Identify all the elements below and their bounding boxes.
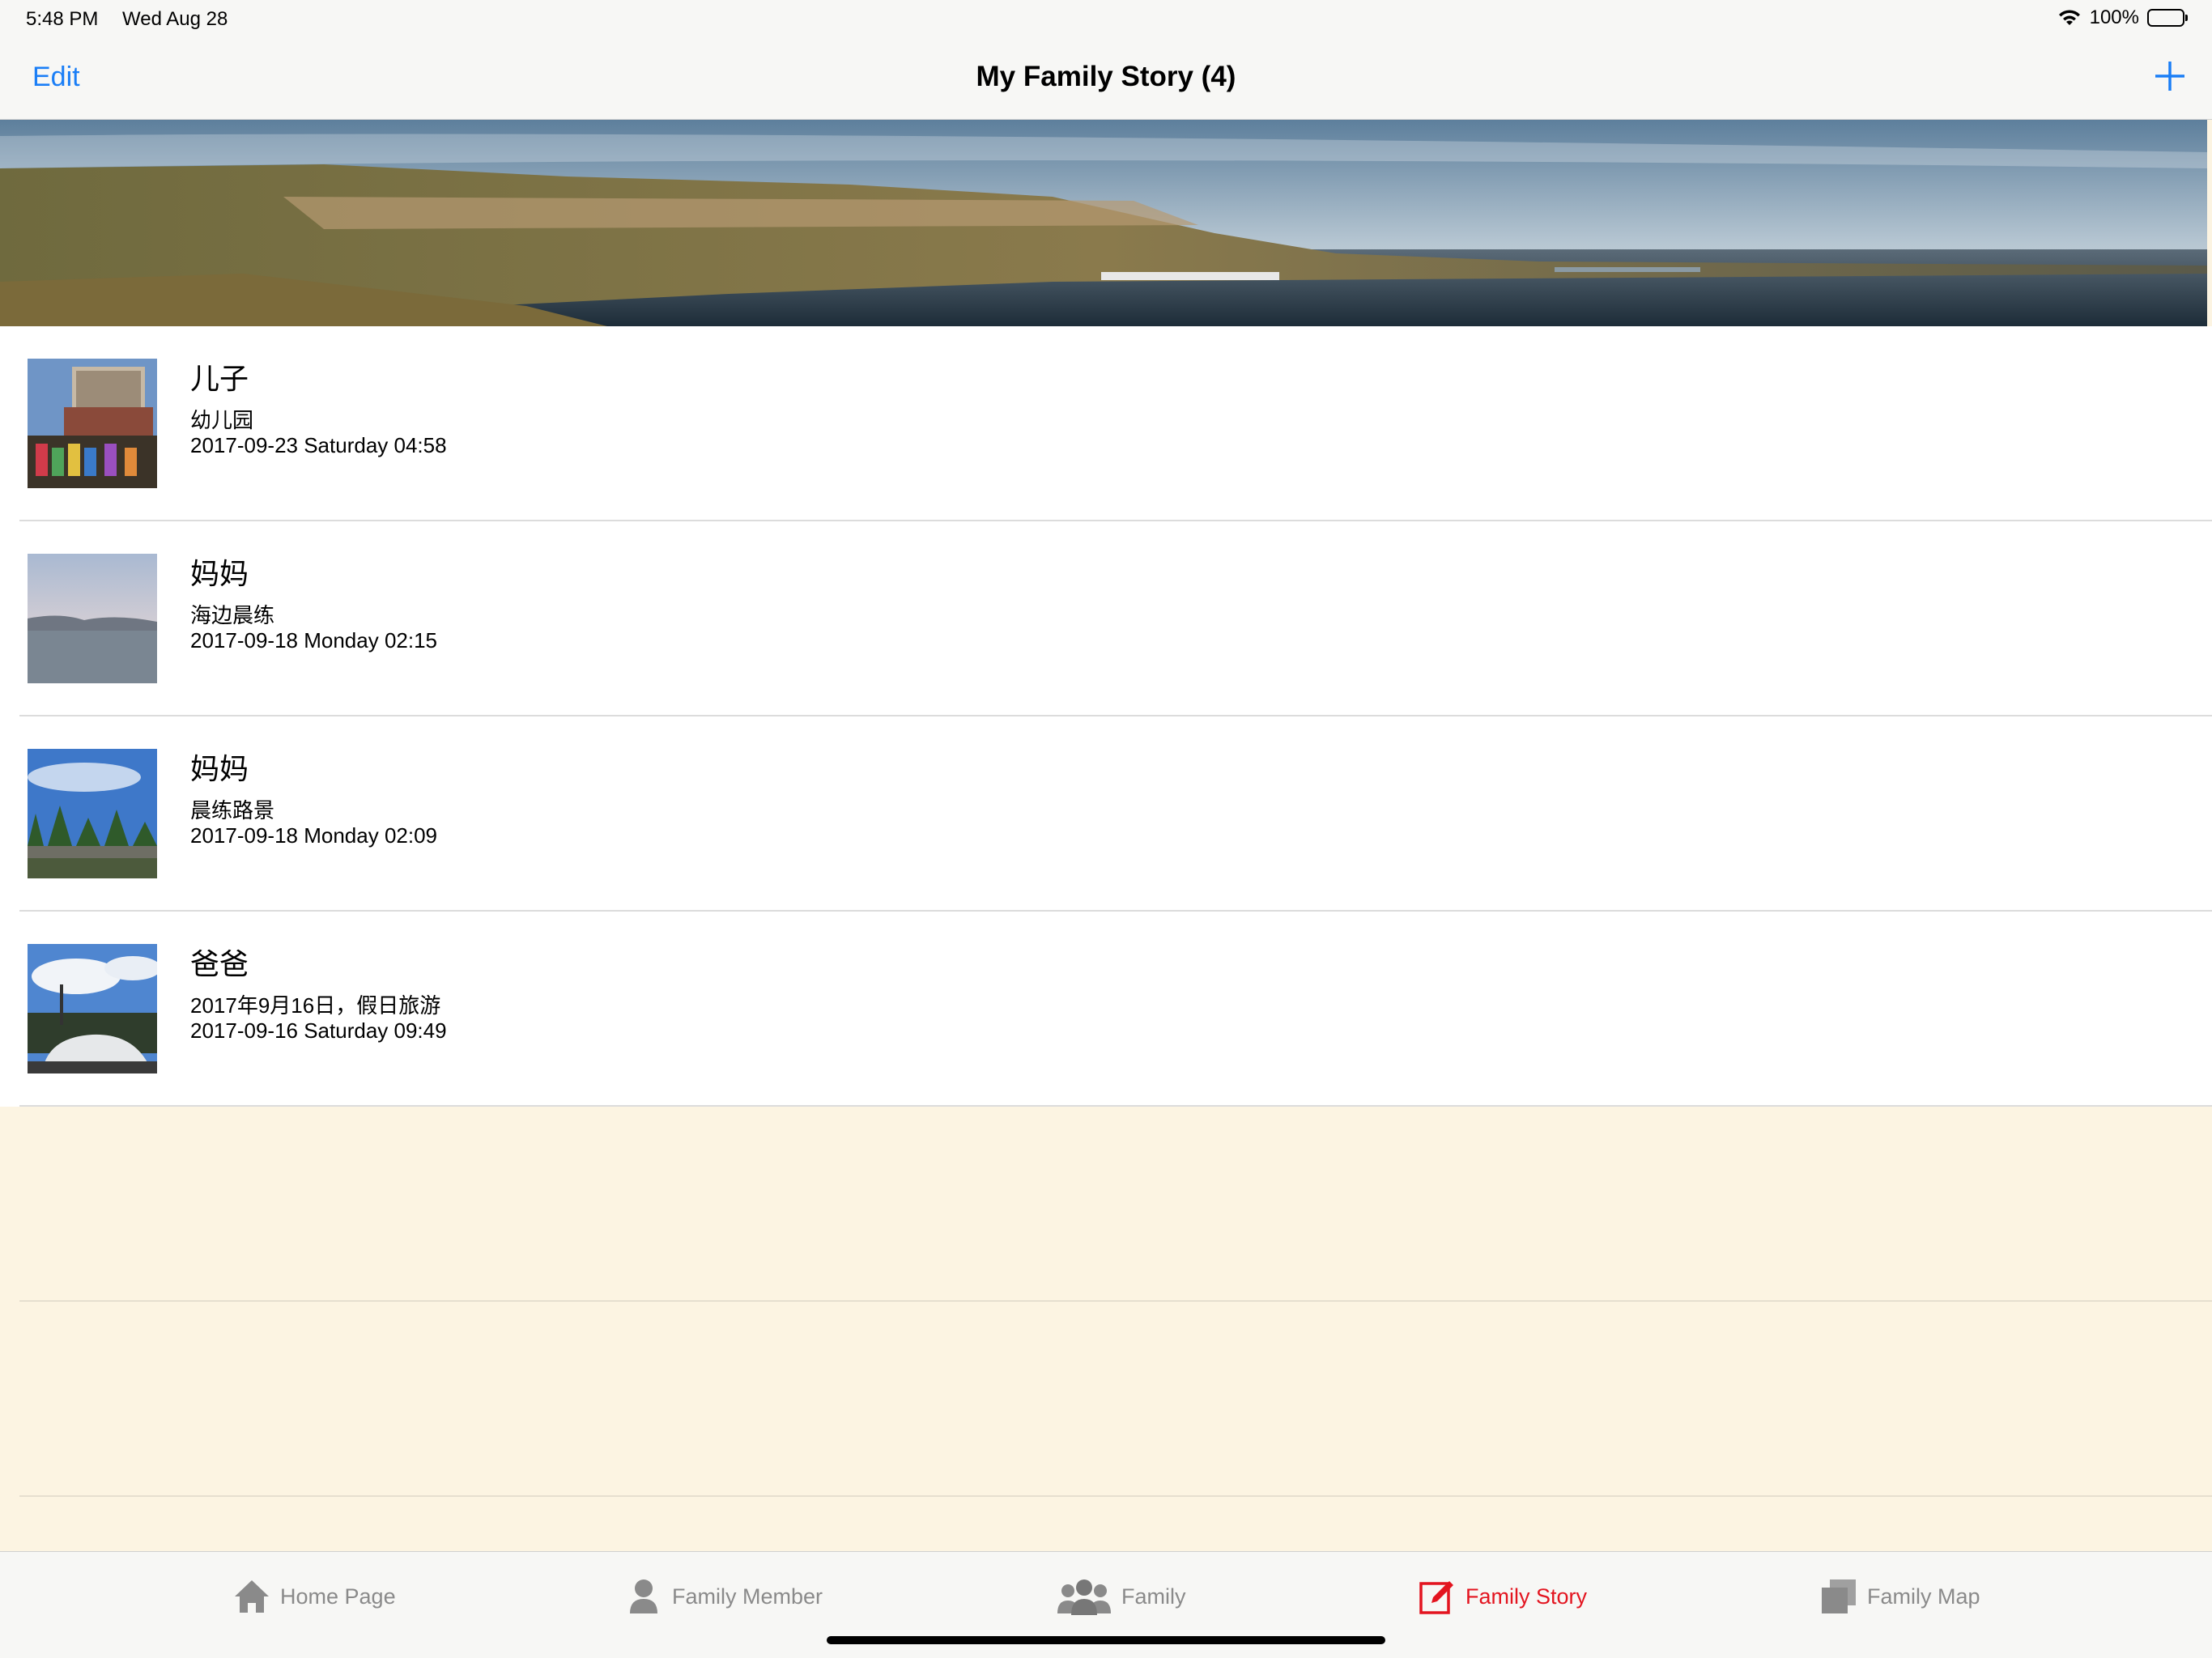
group-icon: [1057, 1579, 1111, 1615]
tab-label: Family Map: [1867, 1584, 1980, 1609]
tab-home-page[interactable]: Home Page: [233, 1576, 396, 1617]
home-indicator: [827, 1636, 1385, 1644]
list-item[interactable]: 妈妈 晨练路景 2017-09-18 Monday 02:09: [0, 716, 2212, 912]
story-list: 儿子 幼儿园 2017-09-23 Saturday 04:58 妈妈 海边晨练: [0, 326, 2212, 1107]
tab-family-member[interactable]: Family Member: [625, 1576, 823, 1617]
story-description: 2017年9月16日，假日旅游: [190, 993, 441, 1018]
page-title: My Family Story (4): [976, 61, 1236, 92]
battery-percentage: 100%: [2089, 6, 2139, 28]
status-bar: 5:48 PM Wed Aug 28 100%: [0, 0, 2212, 39]
list-item[interactable]: 儿子 幼儿园 2017-09-23 Saturday 04:58: [0, 326, 2212, 521]
story-member: 妈妈: [190, 752, 249, 785]
person-icon: [630, 1579, 657, 1613]
story-date: 2017-09-23 Saturday 04:58: [190, 433, 447, 457]
tab-label: Home Page: [280, 1584, 396, 1609]
plus-icon: [2155, 62, 2184, 91]
story-thumbnail: [28, 554, 157, 683]
story-description: 幼儿园: [190, 408, 254, 432]
story-thumbnail: [28, 359, 157, 488]
status-date: Wed Aug 28: [122, 8, 228, 30]
story-thumbnail: [28, 944, 157, 1073]
story-member: 妈妈: [190, 557, 249, 590]
pages-icon: [1822, 1579, 1856, 1613]
story-date: 2017-09-18 Monday 02:09: [190, 823, 438, 848]
story-date: 2017-09-16 Saturday 09:49: [190, 1018, 447, 1043]
tab-bar: Home Page Family Member Family Family St…: [0, 1551, 2212, 1658]
empty-row-divider: [19, 1495, 2212, 1497]
tab-label: Family Member: [672, 1584, 823, 1609]
tab-label: Family: [1121, 1584, 1186, 1609]
edit-icon: [1419, 1581, 1453, 1614]
add-button[interactable]: [2150, 57, 2189, 96]
list-item[interactable]: 爸爸 2017年9月16日，假日旅游 2017-09-16 Saturday 0…: [0, 912, 2212, 1107]
banner-image: [0, 120, 2207, 326]
status-time: 5:48 PM: [26, 8, 99, 30]
list-item[interactable]: 妈妈 海边晨练 2017-09-18 Monday 02:15: [0, 521, 2212, 716]
tab-family[interactable]: Family: [1057, 1576, 1186, 1617]
story-date: 2017-09-18 Monday 02:15: [190, 628, 438, 653]
story-thumbnail: [28, 749, 157, 878]
empty-row-divider: [19, 1300, 2212, 1302]
tab-family-map[interactable]: Family Map: [1820, 1576, 1980, 1617]
battery-icon: [2147, 9, 2188, 27]
story-member: 儿子: [190, 362, 249, 395]
navigation-bar: Edit My Family Story (4): [0, 39, 2212, 120]
tab-label: Family Story: [1465, 1584, 1588, 1609]
house-icon: [235, 1580, 269, 1613]
status-indicators: 100%: [2057, 6, 2188, 29]
row-divider: [19, 1105, 2212, 1107]
story-description: 晨练路景: [190, 798, 275, 823]
tab-family-story[interactable]: Family Story: [1419, 1576, 1587, 1617]
wifi-icon: [2057, 9, 2082, 27]
story-description: 海边晨练: [190, 603, 275, 627]
story-member: 爸爸: [190, 947, 249, 980]
